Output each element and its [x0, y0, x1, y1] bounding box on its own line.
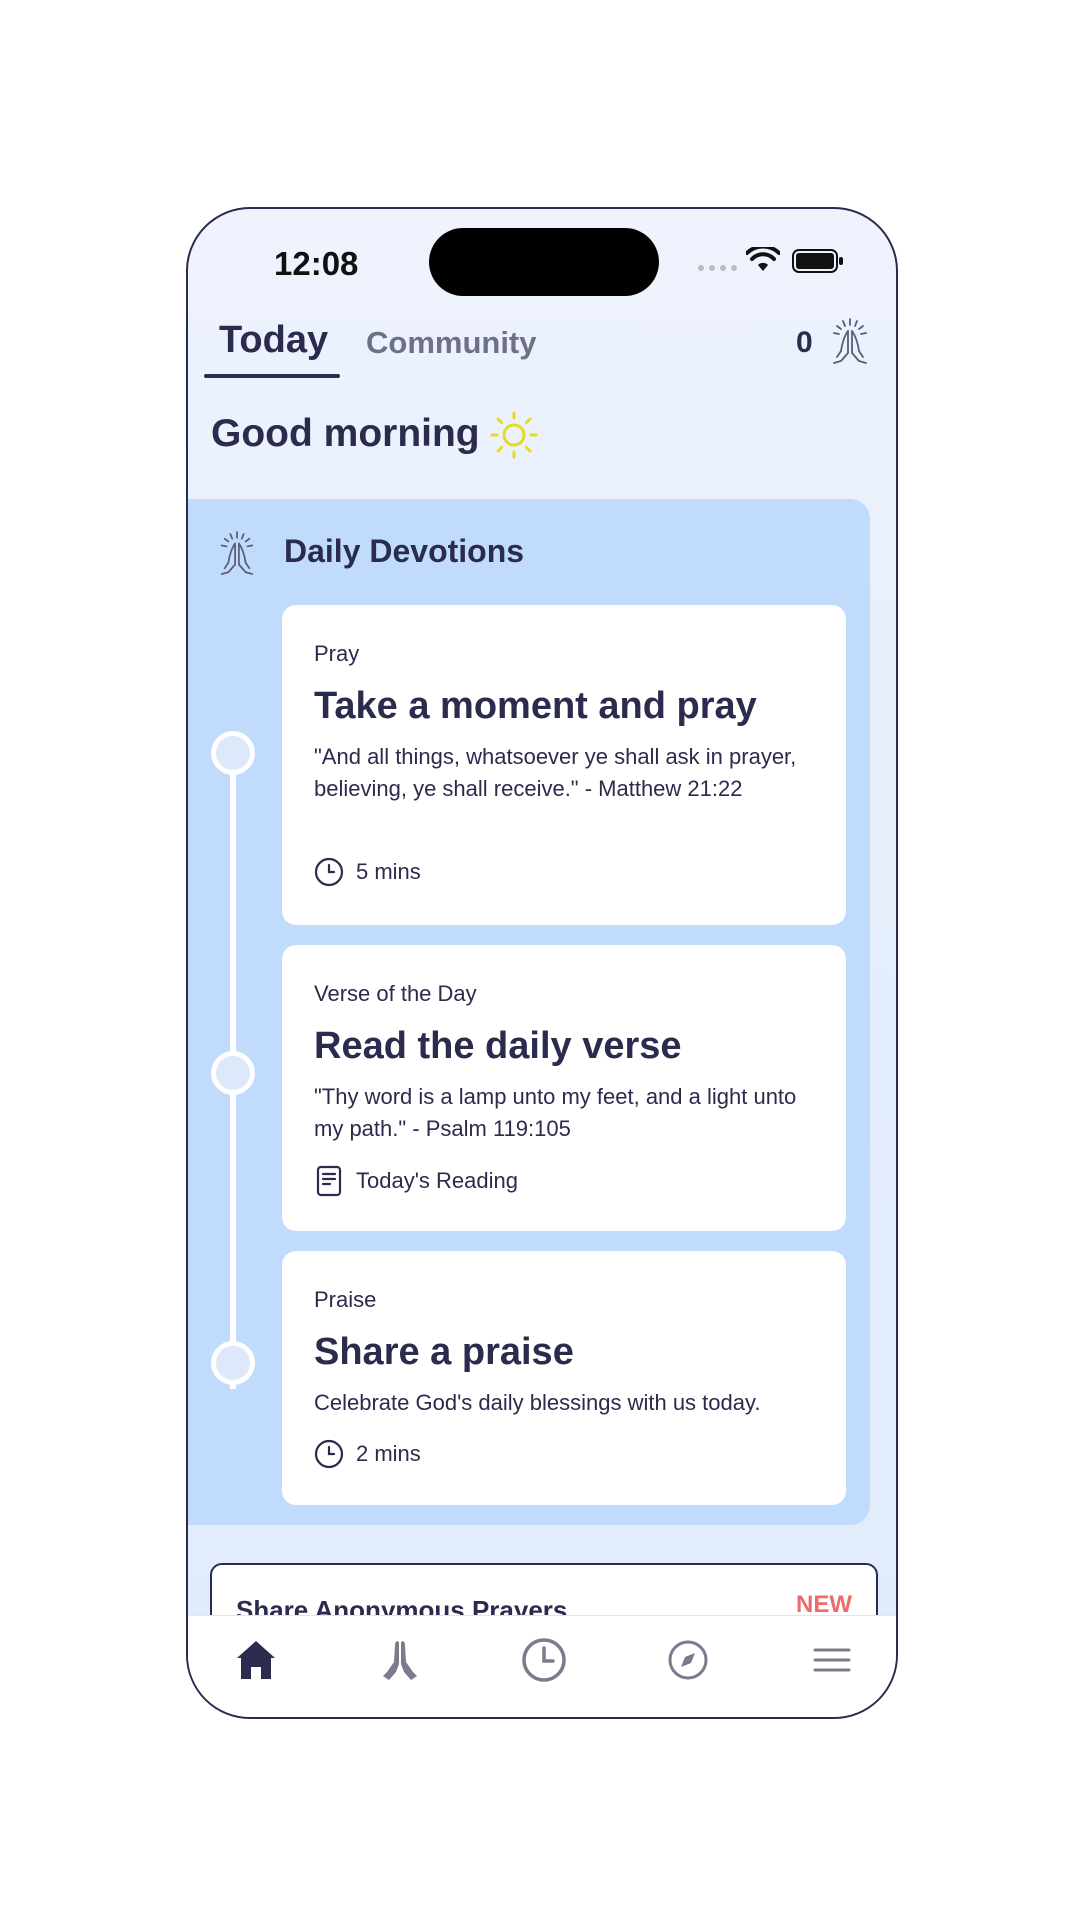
nav-home[interactable]	[226, 1630, 286, 1690]
nav-menu[interactable]	[802, 1630, 862, 1690]
timeline-node	[211, 731, 255, 775]
tab-today[interactable]: Today	[219, 319, 328, 362]
card-duration: 5 mins	[356, 859, 421, 884]
praying-hands-icon	[383, 1641, 417, 1680]
compass-icon	[668, 1640, 708, 1680]
card-meta: 2 mins	[314, 1439, 421, 1469]
devotion-card-praise[interactable]: Praise Share a praise Celebrate God's da…	[282, 1251, 846, 1505]
menu-icon	[813, 1648, 851, 1672]
praying-hands-icon[interactable]	[828, 317, 872, 367]
tab-community[interactable]: Community	[366, 325, 537, 361]
card-category: Praise	[314, 1287, 377, 1312]
card-duration: 2 mins	[356, 1441, 421, 1466]
battery-icon	[792, 249, 843, 273]
card-category: Verse of the Day	[314, 981, 477, 1006]
tab-active-indicator	[204, 374, 340, 378]
nav-history[interactable]	[514, 1630, 574, 1690]
signal-icon	[698, 265, 737, 271]
document-icon	[316, 1165, 342, 1197]
clock-icon	[314, 857, 344, 887]
devotion-card-pray[interactable]: Pray Take a moment and pray "And all thi…	[282, 605, 846, 925]
card-meta: Today's Reading	[314, 1165, 518, 1197]
card-description: "And all things, whatsoever ye shall ask…	[314, 744, 797, 801]
card-title: Read the daily verse	[314, 1025, 682, 1067]
card-category: Pray	[314, 641, 360, 666]
praying-hands-icon	[220, 531, 254, 575]
clock-icon	[522, 1638, 566, 1682]
clock-icon	[314, 1439, 344, 1469]
daily-devotions-panel: Daily Devotions Pray Take a moment and p…	[188, 499, 870, 1525]
card-description: "Thy word is a lamp unto my feet, and a …	[314, 1084, 797, 1141]
timeline-node	[211, 1051, 255, 1095]
phone-frame: 12:08 Today Community 0 Good morning Dai…	[186, 207, 898, 1719]
dynamic-island	[429, 228, 659, 296]
card-title: Take a moment and pray	[314, 685, 757, 727]
card-title: Share a praise	[314, 1331, 574, 1373]
prayer-count: 0	[796, 326, 813, 359]
wifi-icon	[746, 247, 780, 271]
sun-icon	[490, 411, 538, 459]
home-icon	[237, 1641, 275, 1679]
devotion-card-verse[interactable]: Verse of the Day Read the daily verse "T…	[282, 945, 846, 1231]
nav-prayers[interactable]	[370, 1630, 430, 1690]
panel-title: Daily Devotions	[284, 533, 525, 569]
card-description: Celebrate God's daily blessings with us …	[314, 1390, 761, 1415]
status-time: 12:08	[274, 245, 359, 282]
card-meta: 5 mins	[314, 857, 421, 887]
nav-explore[interactable]	[658, 1630, 718, 1690]
bottom-nav	[188, 1615, 896, 1717]
timeline-node	[211, 1341, 255, 1385]
greeting-text: Good morning	[211, 412, 480, 455]
card-reading-link: Today's Reading	[356, 1168, 518, 1193]
